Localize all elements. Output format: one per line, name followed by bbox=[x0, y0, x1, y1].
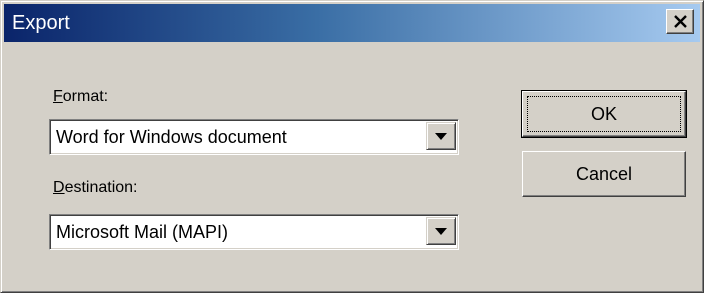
export-dialog: Export Format: Word for Windows document… bbox=[0, 0, 704, 293]
format-label-accelerator: F bbox=[53, 88, 63, 105]
close-icon bbox=[674, 15, 687, 28]
format-label-text: ormat: bbox=[62, 88, 109, 105]
format-select[interactable]: Word for Windows document bbox=[49, 119, 459, 155]
destination-label-accelerator: D bbox=[53, 179, 65, 196]
ok-button-label: OK bbox=[590, 104, 617, 124]
chevron-down-icon bbox=[435, 228, 447, 235]
destination-dropdown-button[interactable] bbox=[426, 217, 456, 245]
cancel-button-label: Cancel bbox=[575, 164, 633, 184]
cancel-button[interactable]: Cancel bbox=[522, 151, 686, 197]
format-label: Format: bbox=[53, 88, 108, 106]
window-title: Export bbox=[12, 12, 70, 34]
chevron-down-icon bbox=[435, 133, 447, 140]
destination-label-text: estination: bbox=[64, 179, 138, 196]
format-select-value: Word for Windows document bbox=[56, 127, 287, 147]
destination-select-value: Microsoft Mail (MAPI) bbox=[56, 222, 229, 242]
close-button[interactable] bbox=[666, 9, 694, 34]
ok-button[interactable]: OK bbox=[521, 90, 687, 138]
destination-label: Destination: bbox=[53, 179, 138, 197]
destination-select[interactable]: Microsoft Mail (MAPI) bbox=[49, 214, 459, 250]
title-bar[interactable]: Export bbox=[4, 4, 700, 42]
format-dropdown-button[interactable] bbox=[426, 122, 456, 150]
